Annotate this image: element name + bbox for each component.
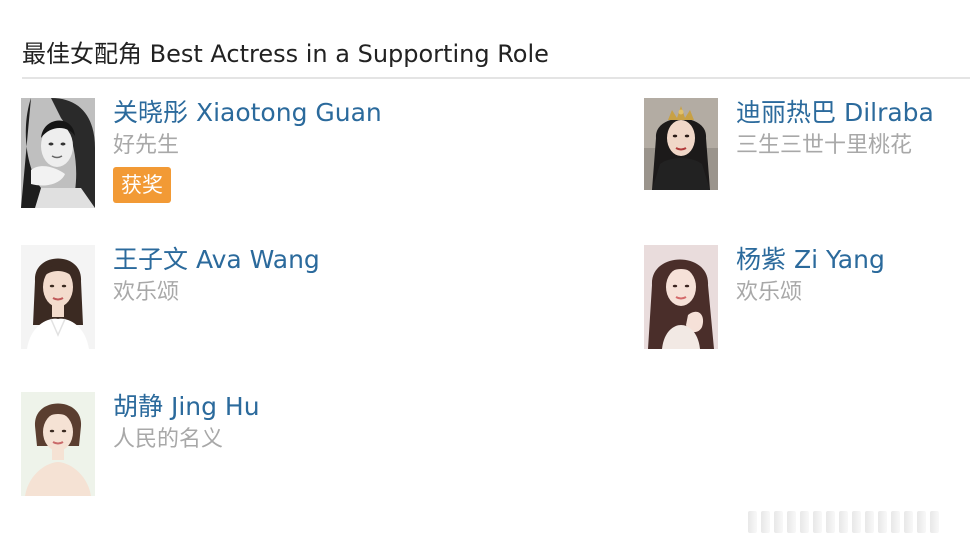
portrait-photo-icon xyxy=(21,245,95,349)
section-title: 最佳女配角 Best Actress in a Supporting Role xyxy=(22,40,549,68)
nominee-name-link[interactable]: 关晓彤 Xiaotong Guan xyxy=(113,98,382,128)
nominee-photo[interactable] xyxy=(21,245,95,349)
portrait-photo-icon xyxy=(21,392,95,496)
winner-badge: 获奖 xyxy=(113,167,171,203)
nominee-photo[interactable] xyxy=(644,245,718,349)
nominee-photo[interactable] xyxy=(21,98,95,208)
nominee-card-ava-wang[interactable]: 王子文 Ava Wang 欢乐颂 xyxy=(21,245,341,365)
nominee-card-dilraba[interactable]: 迪丽热巴 Dilraba 三生三世十里桃花 xyxy=(644,98,964,218)
nominee-film: 人民的名义 xyxy=(113,427,224,452)
nominee-film: 欢乐颂 xyxy=(736,280,803,305)
nominee-film: 欢乐颂 xyxy=(113,280,180,305)
nominee-name-link[interactable]: 迪丽热巴 Dilraba xyxy=(736,98,934,128)
nominee-film: 好先生 xyxy=(113,133,180,158)
portrait-photo-icon xyxy=(644,245,718,349)
nominee-photo[interactable] xyxy=(644,98,718,190)
nominee-film: 三生三世十里桃花 xyxy=(736,133,913,158)
nominee-card-xiaotong-guan[interactable]: 关晓彤 Xiaotong Guan 好先生 获奖 xyxy=(21,98,382,218)
nominee-name-link[interactable]: 杨紫 Zi Yang xyxy=(736,245,885,275)
nominee-photo[interactable] xyxy=(21,392,95,496)
nominee-name-link[interactable]: 胡静 Jing Hu xyxy=(113,392,260,422)
nominee-card-zi-yang[interactable]: 杨紫 Zi Yang 欢乐颂 xyxy=(644,245,964,365)
portrait-photo-crown-icon xyxy=(644,98,718,190)
nominee-name-link[interactable]: 王子文 Ava Wang xyxy=(113,245,320,275)
scroll-indicator xyxy=(748,511,962,533)
section-divider xyxy=(22,77,970,79)
nominee-card-jing-hu[interactable]: 胡静 Jing Hu 人民的名义 xyxy=(21,392,341,512)
portrait-photo-bw-icon xyxy=(21,98,95,208)
